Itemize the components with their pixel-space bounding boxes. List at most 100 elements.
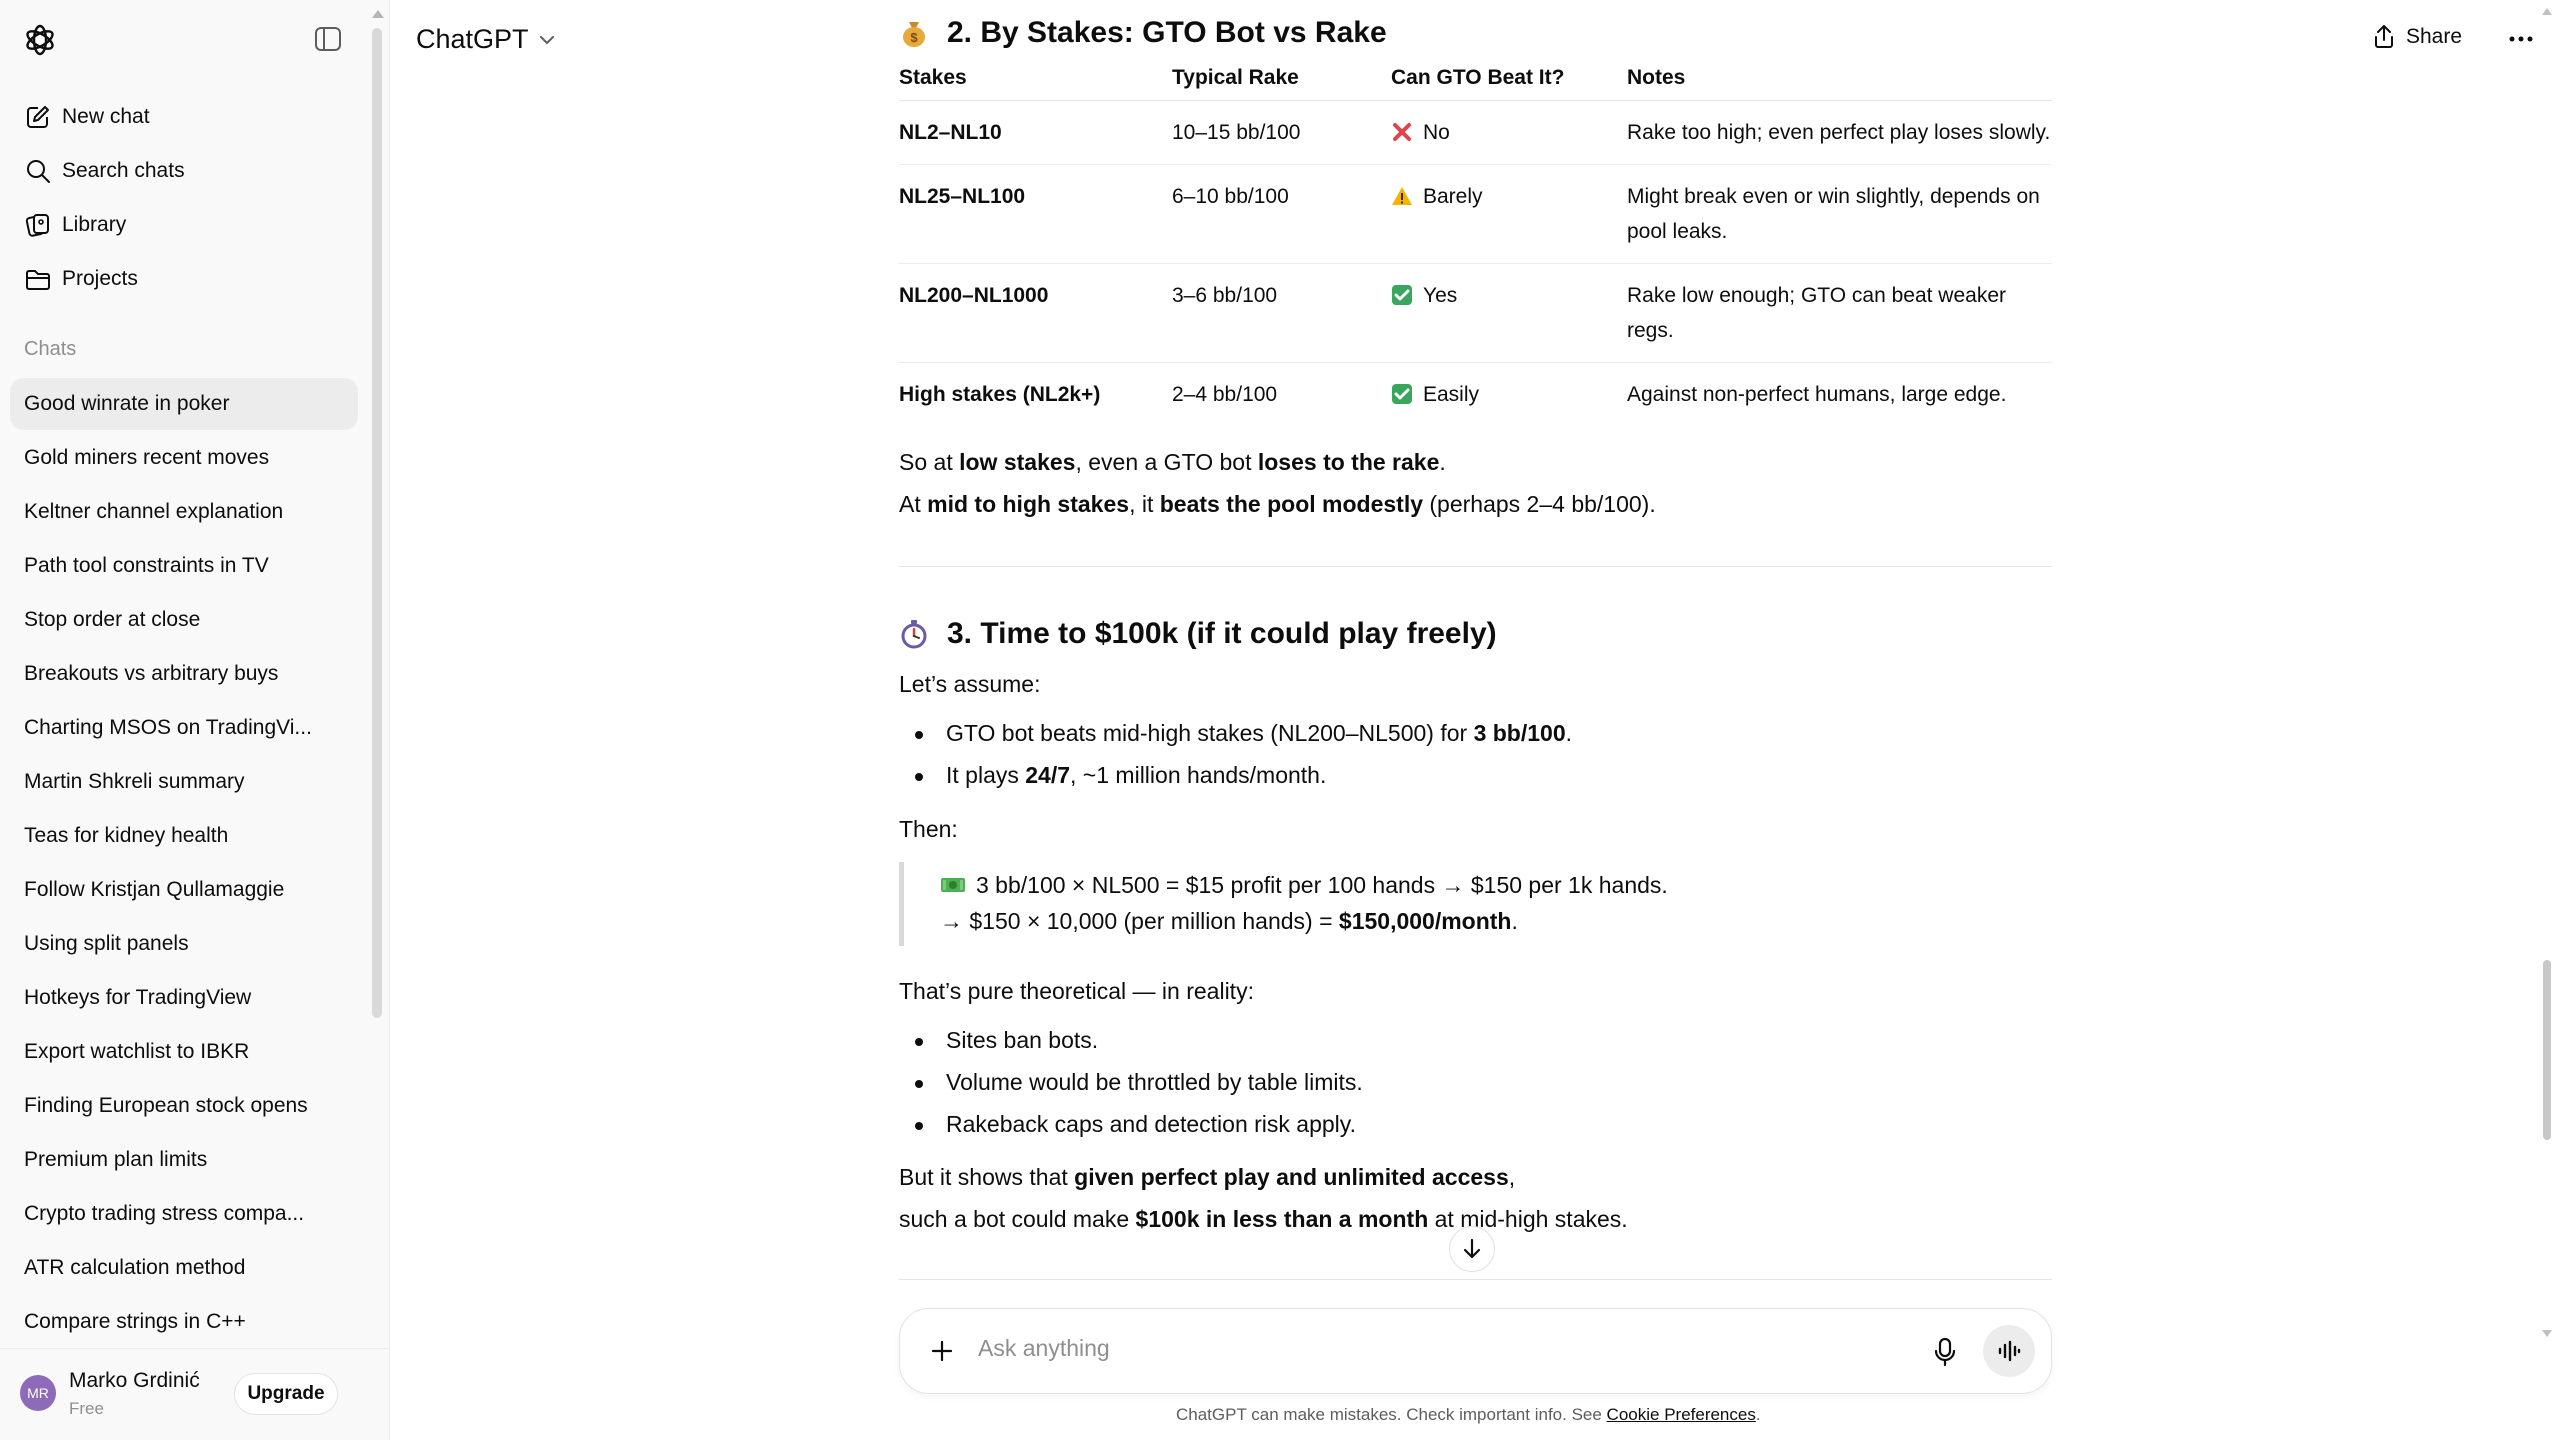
stopwatch-icon — [899, 619, 929, 649]
rake-cell: 3–6 bb/100 — [1172, 263, 1391, 363]
avatar[interactable]: MR — [20, 1375, 56, 1411]
prompt-input[interactable] — [978, 1335, 1878, 1362]
chat-item[interactable]: Hotkeys for TradingView — [10, 972, 358, 1024]
library-button[interactable]: Library — [10, 200, 358, 250]
reality-intro: That’s pure theoretical — in reality: — [899, 978, 1254, 1004]
compose-icon — [24, 103, 52, 131]
verdict-cell: Yes — [1391, 263, 1627, 363]
text-span: So at — [899, 449, 960, 475]
chat-item[interactable]: Export watchlist to IBKR — [10, 1026, 358, 1078]
quote-line: 3 bb/100 × NL500 = $15 profit per 100 ha… — [940, 868, 1668, 903]
search-chats-button[interactable]: Search chats — [10, 146, 358, 196]
bold-text: given perfect play and unlimited access — [1074, 1164, 1509, 1190]
svg-text:$: $ — [910, 30, 918, 45]
dollar-banknote-icon — [940, 874, 966, 896]
chat-item[interactable]: Follow Kristjan Qullamaggie — [10, 864, 358, 916]
section-title: 3. Time to $100k (if it could play freel… — [947, 617, 1497, 650]
stakes-value: NL200–NL1000 — [899, 283, 1049, 307]
chat-item[interactable]: Crypto trading stress compa... — [10, 1188, 358, 1240]
user-panel[interactable]: MR Marko Grdinić Free Upgrade — [0, 1348, 388, 1440]
chat-item[interactable]: Stop order at close — [10, 594, 358, 646]
bold-text: loses to the rake — [1257, 449, 1440, 475]
cookie-preferences-link[interactable]: Cookie Preferences — [1607, 1405, 1756, 1424]
cross-icon — [1391, 121, 1423, 143]
column-header: Notes — [1627, 62, 2052, 101]
stakes-value: NL2–NL10 — [899, 120, 1002, 144]
microphone-icon[interactable] — [1932, 1337, 1958, 1367]
text-span: . — [1439, 449, 1446, 475]
text-span: (perhaps 2–4 bb/100). — [1423, 491, 1656, 517]
main-scroll-down-arrow[interactable] — [2542, 1330, 2552, 1337]
table-row: NL2–NL10 10–15 bb/100 No Rake too high; … — [899, 100, 2052, 165]
chat-item[interactable]: Good winrate in poker — [10, 378, 358, 430]
scroll-to-bottom-button[interactable] — [1449, 1226, 1495, 1272]
stakes-cell: NL25–NL100 — [899, 164, 1172, 264]
sidebar-scrollbar[interactable] — [372, 28, 382, 1018]
text-span: , even a GTO bot — [1075, 449, 1258, 475]
upgrade-button[interactable]: Upgrade — [234, 1373, 338, 1415]
sidebar-toggle-icon[interactable] — [314, 26, 342, 52]
chat-item[interactable]: Teas for kidney health — [10, 810, 358, 862]
library-icon — [24, 211, 52, 239]
library-label: Library — [62, 213, 127, 236]
main-scroll-up-arrow[interactable] — [2542, 8, 2552, 15]
chat-item[interactable]: Premium plan limits — [10, 1134, 358, 1186]
bold-text: 3 bb/100 — [1473, 720, 1566, 746]
projects-button[interactable]: Projects — [10, 254, 358, 304]
folder-icon — [24, 265, 52, 293]
more-options-icon[interactable] — [2508, 26, 2534, 52]
verdict-label: Easily — [1423, 382, 1480, 406]
chat-item[interactable]: Using split panels — [10, 918, 358, 970]
chat-item[interactable]: Path tool constraints in TV — [10, 540, 358, 592]
verdict-label: Yes — [1423, 283, 1458, 307]
chat-item[interactable]: ATR calculation method — [10, 1242, 358, 1294]
stakes-cell: NL2–NL10 — [899, 100, 1172, 165]
waveform-icon — [1996, 1339, 2022, 1363]
chat-item[interactable]: Keltner channel explanation — [10, 486, 358, 538]
chat-item[interactable]: Breakouts vs arbitrary buys — [10, 648, 358, 700]
chevron-down-icon — [529, 35, 555, 45]
column-header: Can GTO Beat It? — [1391, 62, 1627, 101]
chat-item[interactable]: Charting MSOS on TradingVi... — [10, 702, 358, 754]
sidebar-scroll-up-arrow[interactable] — [372, 10, 384, 18]
column-header: Typical Rake — [1172, 62, 1391, 101]
text-span: such a bot could make — [899, 1206, 1136, 1232]
text-span: → $150 × 10,000 (per million hands) = — [940, 908, 1339, 934]
openai-logo-icon[interactable] — [22, 22, 58, 58]
search-icon — [24, 157, 52, 185]
plus-icon[interactable] — [928, 1337, 956, 1365]
user-plan: Free — [69, 1399, 104, 1418]
stakes-cell: NL200–NL1000 — [899, 263, 1172, 363]
text-span: , — [1508, 1164, 1516, 1190]
section-title: 2. By Stakes: GTO Bot vs Rake — [947, 16, 1387, 49]
rake-cell: 10–15 bb/100 — [1172, 100, 1391, 165]
user-name: Marko Grdinić — [69, 1369, 200, 1392]
projects-label: Projects — [62, 267, 138, 290]
list-item: It plays 24/7, ~1 million hands/month. — [914, 758, 1327, 793]
bold-text: beats the pool modestly — [1159, 491, 1423, 517]
warning-icon — [1391, 185, 1423, 207]
new-chat-button[interactable]: New chat — [10, 92, 358, 142]
model-selector[interactable]: ChatGPT — [416, 24, 555, 55]
text-span: , ~1 million hands/month. — [1070, 762, 1327, 788]
share-button[interactable]: Share — [2372, 24, 2462, 50]
quote-line: → $150 × 10,000 (per million hands) = $1… — [940, 904, 1518, 939]
arrow-down-icon — [1461, 1237, 1483, 1261]
stakes-cell: High stakes (NL2k+) — [899, 362, 1172, 426]
table-row: NL200–NL1000 3–6 bb/100 Yes Rake low eno… — [899, 263, 2052, 363]
chat-item[interactable]: Martin Shkreli summary — [10, 756, 358, 808]
notes-line: pool leaks. — [1627, 219, 1728, 243]
then-text: Then: — [899, 816, 958, 842]
assistant-message: $ 2. By Stakes: GTO Bot vs Rake Stakes T… — [899, 0, 2052, 1300]
chat-item[interactable]: Finding European stock opens — [10, 1080, 358, 1132]
divider — [899, 1279, 2052, 1280]
chat-item[interactable]: Compare strings in C++ — [10, 1296, 358, 1348]
blockquote: 3 bb/100 × NL500 = $15 profit per 100 ha… — [899, 862, 1799, 946]
voice-mode-button[interactable] — [1983, 1325, 2035, 1377]
chat-item[interactable]: Gold miners recent moves — [10, 432, 358, 484]
notes-line: Might break even or win slightly, depend… — [1627, 184, 2040, 208]
main-scrollbar[interactable] — [2543, 960, 2551, 1140]
stakes-value: NL25–NL100 — [899, 184, 1026, 208]
stakes-value: High stakes (NL2k+) — [899, 382, 1101, 406]
bold-text: 24/7 — [1025, 762, 1071, 788]
